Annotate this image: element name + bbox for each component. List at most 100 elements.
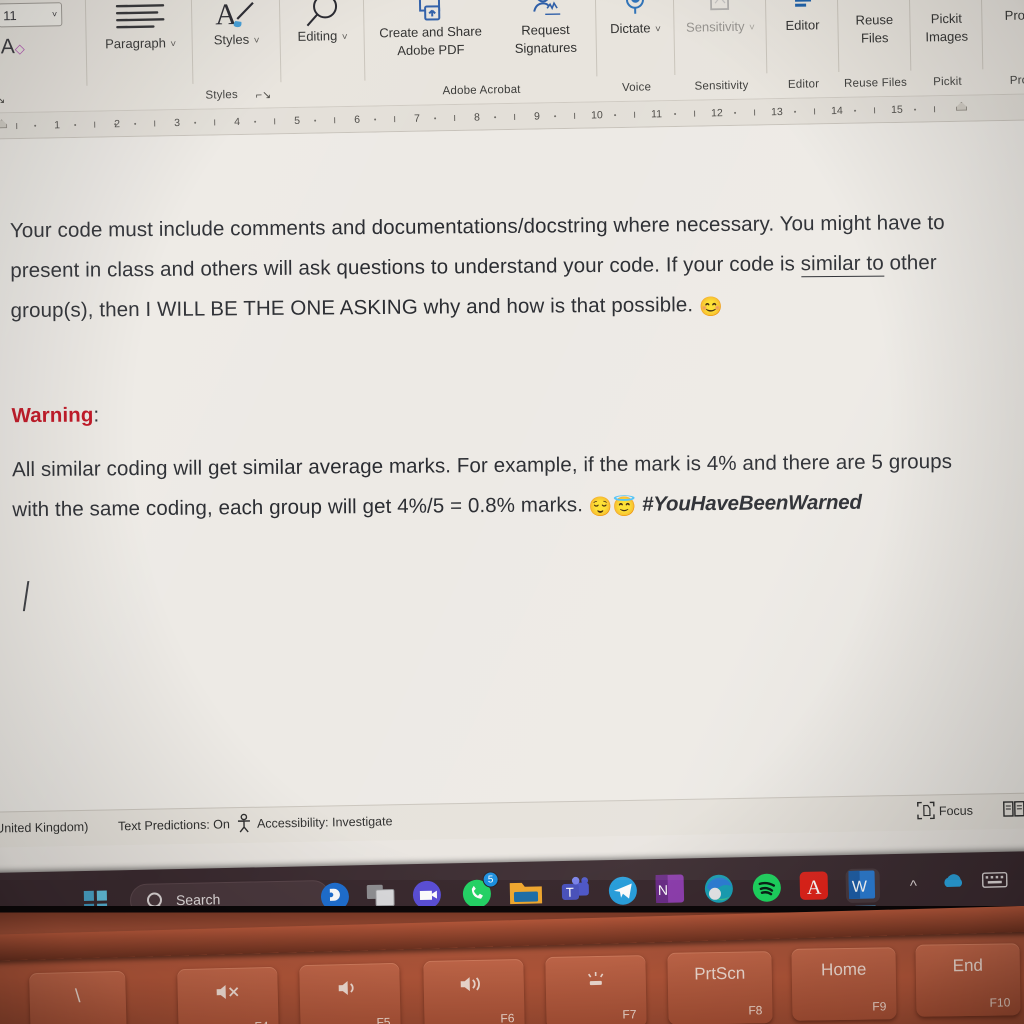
word-status-bar: (United Kingdom) Text Predictions: On Ac… bbox=[0, 792, 1024, 848]
ribbon-group-prowritingaid: ProWritingAid ProWritingaid bbox=[982, 0, 1024, 95]
reuse-files-icon bbox=[838, 0, 911, 12]
warning-heading[interactable]: Warning: bbox=[11, 388, 991, 437]
focus-button-label[interactable]: Focus bbox=[939, 804, 973, 819]
key-volume-up[interactable]: F6 bbox=[423, 958, 525, 1024]
editor-button-label: Editor bbox=[785, 17, 820, 33]
paragraph-button-label: Paragraph bbox=[105, 35, 167, 52]
volume-up-icon bbox=[424, 973, 525, 1001]
font-dialog-launcher-icon[interactable]: ⌐↘ bbox=[0, 93, 5, 106]
text-highlight-color-button[interactable]: A◇ bbox=[1, 35, 25, 59]
key-backlight[interactable]: F7 bbox=[545, 955, 647, 1024]
pickit-icon bbox=[910, 0, 983, 11]
relieved-face-emoji: 😌 bbox=[588, 496, 613, 519]
pickit-images-button[interactable]: Pickit Images bbox=[910, 0, 983, 47]
reuse-files-button[interactable]: Reuse Files bbox=[838, 0, 911, 48]
key-end[interactable]: End F10 bbox=[915, 943, 1021, 1017]
touch-keyboard-icon[interactable] bbox=[981, 870, 1008, 891]
paragraph-button[interactable]: Paragraph ˅ bbox=[88, 0, 193, 54]
para2-line1: All similar coding will get similar aver… bbox=[11, 449, 953, 482]
styles-dialog-launcher-icon[interactable]: ⌐↘ bbox=[256, 88, 272, 101]
dictate-button-label: Dictate bbox=[609, 20, 651, 37]
chevron-down-icon: ˅ bbox=[51, 9, 58, 20]
ribbon-group-voice: Dictate ˅ Voice bbox=[596, 0, 676, 102]
dictate-button[interactable]: Dictate ˅ bbox=[596, 0, 675, 38]
prowritingaid-icon bbox=[982, 0, 1024, 7]
svg-text:T: T bbox=[566, 885, 574, 900]
sensitivity-label-icon bbox=[674, 0, 767, 19]
ruler-tick: 6 bbox=[354, 113, 361, 126]
key-fn-label: F7 bbox=[622, 1007, 637, 1022]
ribbon-group-pickit: Pickit Images Pickit bbox=[910, 0, 984, 97]
read-mode-icon[interactable] bbox=[1003, 800, 1024, 821]
ruler-tick: 4 bbox=[234, 115, 241, 129]
ribbon-group-reuse-files: Reuse Files Reuse Files bbox=[838, 0, 912, 98]
show-hidden-icons-button[interactable]: ^ bbox=[910, 878, 917, 895]
styles-button[interactable]: A Styles ˅ bbox=[192, 0, 281, 50]
accessibility-person-icon bbox=[235, 813, 253, 836]
ruler-tick: 12 bbox=[710, 107, 723, 120]
right-indent-marker[interactable] bbox=[956, 102, 967, 111]
document-body[interactable]: Your code must include comments and docu… bbox=[10, 203, 994, 620]
ribbon-group-label-reuse-files: Reuse Files bbox=[843, 76, 908, 90]
ruler-tick: 14 bbox=[830, 104, 843, 118]
warning-colon: : bbox=[93, 403, 100, 427]
ruler-tick: 11 bbox=[650, 108, 663, 121]
create-and-share-adobe-pdf-button[interactable]: Create and Share Adobe PDF bbox=[366, 0, 495, 61]
request-signatures-button[interactable]: Request Signatures bbox=[496, 0, 595, 58]
ruler-tick: 3 bbox=[174, 117, 181, 130]
editor-button[interactable]: Editor bbox=[766, 0, 839, 35]
svg-text:W: W bbox=[852, 879, 868, 896]
chevron-down-icon: ˅ bbox=[748, 22, 756, 34]
font-size-combo[interactable]: 11 ˅ bbox=[0, 2, 63, 28]
teams-button[interactable]: T bbox=[558, 874, 593, 909]
key-volume-down[interactable]: F5 bbox=[299, 962, 401, 1024]
status-accessibility[interactable]: Accessibility: Investigate bbox=[257, 814, 393, 830]
ribbon-group-label-adobe-acrobat: Adobe Acrobat bbox=[442, 83, 521, 98]
acrobat-button[interactable]: A bbox=[797, 869, 832, 904]
status-language[interactable]: (United Kingdom) bbox=[0, 820, 88, 836]
ribbon-group-font: ˅ 11 ˅ ₂ x2 A◇ Aa ˅ A^ A˅ ⌐↘ bbox=[0, 0, 88, 115]
edge-button[interactable] bbox=[702, 871, 737, 906]
editing-button[interactable]: Editing ˅ bbox=[280, 0, 365, 46]
spotify-button[interactable] bbox=[750, 870, 785, 905]
key-fn-label: F10 bbox=[989, 995, 1011, 1010]
reuse-files-line1: Reuse bbox=[855, 11, 894, 28]
telegram-button[interactable] bbox=[606, 873, 641, 908]
key-backslash[interactable]: \ bbox=[29, 970, 127, 1024]
ribbon-group-label-pickit: Pickit bbox=[933, 75, 962, 89]
volume-down-icon bbox=[300, 977, 401, 1005]
reuse-files-line2: Files bbox=[860, 30, 889, 46]
pdf-share-icon bbox=[366, 0, 495, 25]
styles-pen-icon: A bbox=[192, 0, 281, 32]
warning-label: Warning bbox=[11, 403, 94, 428]
paragraph-code-requirements[interactable]: Your code must include comments and docu… bbox=[10, 203, 991, 335]
ribbon-group-label-voice: Voice bbox=[621, 81, 652, 94]
ruler-tick: 2 bbox=[114, 118, 121, 131]
status-text-predictions[interactable]: Text Predictions: On bbox=[118, 817, 230, 833]
key-home[interactable]: Home F9 bbox=[791, 947, 897, 1021]
ruler-tick: 9 bbox=[533, 110, 541, 123]
onedrive-tray-icon[interactable] bbox=[940, 871, 968, 894]
first-line-indent-marker[interactable] bbox=[0, 119, 7, 128]
file-explorer-button[interactable] bbox=[508, 875, 543, 910]
key-mute[interactable]: F4 bbox=[177, 966, 279, 1024]
word-button[interactable]: W bbox=[845, 868, 881, 904]
prowritingaid-button[interactable]: ProWritingAid bbox=[982, 0, 1024, 25]
key-fn-label: F5 bbox=[376, 1015, 391, 1024]
ribbon-group-editor: Editor Editor bbox=[766, 0, 840, 99]
key-prtscn[interactable]: PrtScn F8 bbox=[667, 951, 773, 1024]
empty-paragraph-with-caret[interactable] bbox=[13, 571, 993, 620]
para1-underlined-text: similar to bbox=[800, 251, 884, 278]
focus-mode-icon[interactable] bbox=[917, 801, 935, 822]
create-and-share-line2: Adobe PDF bbox=[397, 41, 465, 59]
ruler-tick: 8 bbox=[474, 111, 481, 124]
keyboard-backlight-icon bbox=[546, 969, 646, 997]
backslash-glyph: \ bbox=[74, 985, 81, 1008]
paragraph-similar-coding-penalty[interactable]: All similar coding will get similar aver… bbox=[12, 442, 993, 534]
onenote-button[interactable]: N bbox=[654, 872, 689, 907]
decrease-font-size-button[interactable]: A˅ bbox=[0, 65, 1, 89]
styles-button-label: Styles bbox=[213, 31, 250, 48]
sensitivity-button[interactable]: Sensitivity ˅ bbox=[674, 0, 767, 37]
document-page[interactable]: Your code must include comments and docu… bbox=[0, 120, 1024, 848]
angel-face-emoji: 😇 bbox=[612, 496, 637, 518]
